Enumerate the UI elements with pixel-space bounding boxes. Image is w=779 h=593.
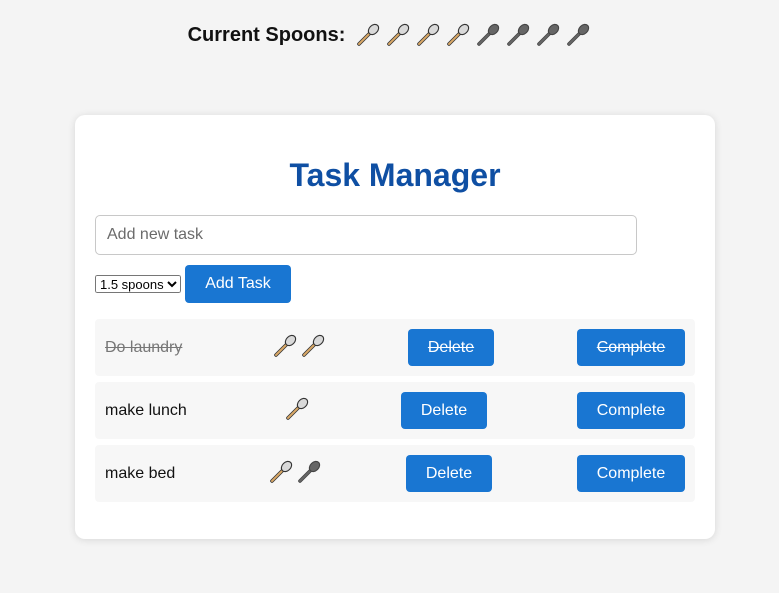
- complete-task-button[interactable]: Complete: [577, 455, 685, 492]
- delete-task-button[interactable]: Delete: [406, 455, 492, 492]
- task-spoon-cost: [284, 396, 310, 422]
- add-task-button[interactable]: Add Task: [185, 265, 291, 303]
- task-controls: 1.5 spoons Add Task: [95, 265, 291, 303]
- task-row-do-laundry: Do laundry Delete Complete: [95, 319, 695, 376]
- task-list: Do laundry Delete Complete make lunch De…: [95, 319, 695, 508]
- spoon-icon: [270, 460, 293, 483]
- spoon-status-bar: Current Spoons:: [0, 22, 779, 48]
- delete-task-button[interactable]: Delete: [408, 329, 494, 366]
- spoon-icon: [417, 23, 440, 46]
- spoon-icon: [302, 334, 325, 357]
- task-name: make lunch: [105, 402, 187, 419]
- spoon-icon: [537, 23, 560, 46]
- task-name: make bed: [105, 465, 176, 482]
- spoon-cost-select[interactable]: 1.5 spoons: [95, 275, 181, 293]
- spoon-icon: [447, 23, 470, 46]
- spoon-icon: [567, 23, 590, 46]
- task-name: Do laundry: [105, 339, 183, 356]
- spoon-icon: [286, 397, 309, 420]
- current-spoons-indicator: [355, 22, 591, 48]
- complete-task-button[interactable]: Complete: [577, 329, 685, 366]
- spoon-icon: [357, 23, 380, 46]
- task-spoon-cost: [272, 333, 326, 359]
- task-manager-card: Task Manager 1.5 spoons Add Task Do laun…: [75, 115, 715, 539]
- complete-task-button[interactable]: Complete: [577, 392, 685, 429]
- task-spoon-cost: [268, 459, 322, 485]
- task-row-make-bed: make bed Delete Complete: [95, 445, 695, 502]
- task-row-make-lunch: make lunch Delete Complete: [95, 382, 695, 439]
- spoon-icon: [298, 460, 321, 483]
- spoon-icon: [387, 23, 410, 46]
- spoon-icon: [507, 23, 530, 46]
- page-title: Task Manager: [289, 157, 501, 193]
- delete-task-button[interactable]: Delete: [401, 392, 487, 429]
- spoon-icon: [274, 334, 297, 357]
- spoon-icon: [477, 23, 500, 46]
- current-spoons-label: Current Spoons:: [187, 23, 346, 46]
- new-task-input[interactable]: [95, 215, 637, 255]
